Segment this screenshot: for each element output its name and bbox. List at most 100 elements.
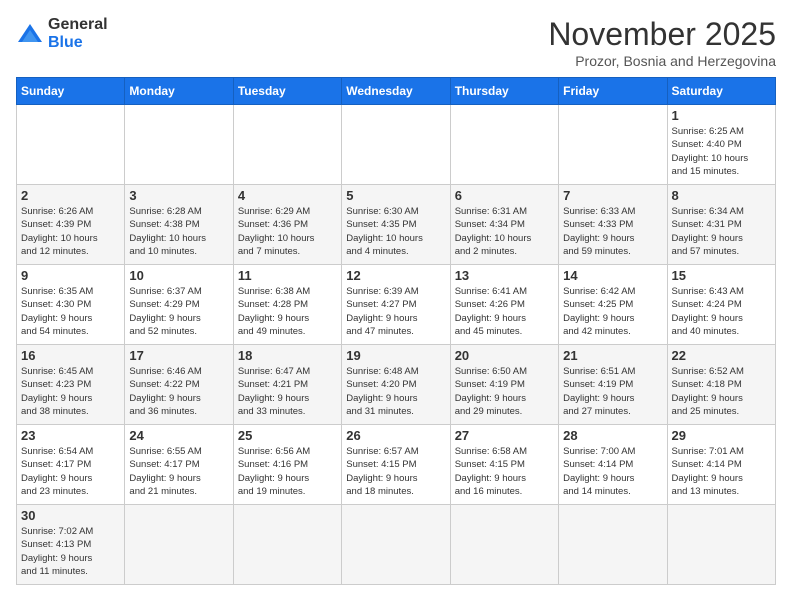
cell-info: Sunrise: 6:50 AM Sunset: 4:19 PM Dayligh… bbox=[455, 365, 554, 418]
calendar-cell: 22 Sunrise: 6:52 AM Sunset: 4:18 PM Dayli… bbox=[667, 345, 775, 425]
day-number: 23 bbox=[21, 428, 120, 443]
calendar-cell: 15Sunrise: 6:43 AM Sunset: 4:24 PM Dayli… bbox=[667, 265, 775, 345]
calendar-cell bbox=[233, 105, 341, 185]
calendar-cell: 14 Sunrise: 6:42 AM Sunset: 4:25 PM Dayli… bbox=[559, 265, 667, 345]
calendar-cell: 19 Sunrise: 6:48 AM Sunset: 4:20 PM Dayli… bbox=[342, 345, 450, 425]
calendar-week-row: 9 Sunrise: 6:35 AM Sunset: 4:30 PM Daylig… bbox=[17, 265, 776, 345]
calendar-cell bbox=[559, 105, 667, 185]
calendar-cell: 25Sunrise: 6:56 AM Sunset: 4:16 PM Dayli… bbox=[233, 425, 341, 505]
logo-text: General Blue bbox=[48, 16, 108, 52]
calendar-cell: 29Sunrise: 7:01 AM Sunset: 4:14 PM Dayli… bbox=[667, 425, 775, 505]
calendar-cell bbox=[342, 105, 450, 185]
day-number: 1 bbox=[672, 108, 771, 123]
day-number: 4 bbox=[238, 188, 337, 203]
calendar-cell bbox=[17, 105, 125, 185]
calendar-cell: 16Sunrise: 6:45 AM Sunset: 4:23 PM Dayli… bbox=[17, 345, 125, 425]
calendar-cell: 7Sunrise: 6:33 AM Sunset: 4:33 PM Daylig… bbox=[559, 185, 667, 265]
calendar-week-row: 23 Sunrise: 6:54 AM Sunset: 4:17 PM Dayli… bbox=[17, 425, 776, 505]
weekday-header: Friday bbox=[559, 78, 667, 105]
cell-info: Sunrise: 6:52 AM Sunset: 4:18 PM Dayligh… bbox=[672, 365, 771, 418]
cell-info: Sunrise: 6:35 AM Sunset: 4:30 PM Dayligh… bbox=[21, 285, 120, 338]
calendar-cell: 9 Sunrise: 6:35 AM Sunset: 4:30 PM Daylig… bbox=[17, 265, 125, 345]
calendar-week-row: 1 Sunrise: 6:25 AM Sunset: 4:40 PM Daylig… bbox=[17, 105, 776, 185]
day-number: 6 bbox=[455, 188, 554, 203]
calendar-cell: 10Sunrise: 6:37 AM Sunset: 4:29 PM Dayli… bbox=[125, 265, 233, 345]
day-number: 15 bbox=[672, 268, 771, 283]
calendar-cell: 4 Sunrise: 6:29 AM Sunset: 4:36 PM Daylig… bbox=[233, 185, 341, 265]
cell-info: Sunrise: 6:48 AM Sunset: 4:20 PM Dayligh… bbox=[346, 365, 445, 418]
cell-info: Sunrise: 6:54 AM Sunset: 4:17 PM Dayligh… bbox=[21, 445, 120, 498]
cell-info: Sunrise: 7:02 AM Sunset: 4:13 PM Dayligh… bbox=[21, 525, 120, 578]
calendar-cell: 30 Sunrise: 7:02 AM Sunset: 4:13 PM Dayli… bbox=[17, 505, 125, 585]
cell-info: Sunrise: 6:34 AM Sunset: 4:31 PM Dayligh… bbox=[672, 205, 771, 258]
day-number: 17 bbox=[129, 348, 228, 363]
calendar-cell: 20 Sunrise: 6:50 AM Sunset: 4:19 PM Dayli… bbox=[450, 345, 558, 425]
cell-info: Sunrise: 6:58 AM Sunset: 4:15 PM Dayligh… bbox=[455, 445, 554, 498]
day-number: 21 bbox=[563, 348, 662, 363]
calendar-cell: 8 Sunrise: 6:34 AM Sunset: 4:31 PM Daylig… bbox=[667, 185, 775, 265]
day-number: 2 bbox=[21, 188, 120, 203]
day-number: 9 bbox=[21, 268, 120, 283]
calendar-cell: 23 Sunrise: 6:54 AM Sunset: 4:17 PM Dayli… bbox=[17, 425, 125, 505]
calendar-cell: 13 Sunrise: 6:41 AM Sunset: 4:26 PM Dayli… bbox=[450, 265, 558, 345]
logo-icon bbox=[16, 22, 44, 46]
cell-info: Sunrise: 7:01 AM Sunset: 4:14 PM Dayligh… bbox=[672, 445, 771, 498]
day-number: 11 bbox=[238, 268, 337, 283]
calendar-cell: 18Sunrise: 6:47 AM Sunset: 4:21 PM Dayli… bbox=[233, 345, 341, 425]
day-number: 3 bbox=[129, 188, 228, 203]
cell-info: Sunrise: 6:29 AM Sunset: 4:36 PM Dayligh… bbox=[238, 205, 337, 258]
page-header: General Blue November 2025 Prozor, Bosni… bbox=[16, 16, 776, 69]
calendar-cell: 6 Sunrise: 6:31 AM Sunset: 4:34 PM Daylig… bbox=[450, 185, 558, 265]
cell-info: Sunrise: 6:45 AM Sunset: 4:23 PM Dayligh… bbox=[21, 365, 120, 418]
cell-info: Sunrise: 6:25 AM Sunset: 4:40 PM Dayligh… bbox=[672, 125, 771, 178]
calendar-cell: 11 Sunrise: 6:38 AM Sunset: 4:28 PM Dayli… bbox=[233, 265, 341, 345]
day-number: 26 bbox=[346, 428, 445, 443]
cell-info: Sunrise: 6:42 AM Sunset: 4:25 PM Dayligh… bbox=[563, 285, 662, 338]
calendar-cell bbox=[559, 505, 667, 585]
title-block: November 2025 Prozor, Bosnia and Herzego… bbox=[548, 16, 776, 69]
day-number: 14 bbox=[563, 268, 662, 283]
day-number: 12 bbox=[346, 268, 445, 283]
calendar-week-row: 30 Sunrise: 7:02 AM Sunset: 4:13 PM Dayli… bbox=[17, 505, 776, 585]
cell-info: Sunrise: 6:37 AM Sunset: 4:29 PM Dayligh… bbox=[129, 285, 228, 338]
day-number: 8 bbox=[672, 188, 771, 203]
logo: General Blue bbox=[16, 16, 108, 52]
calendar-cell: 5 Sunrise: 6:30 AM Sunset: 4:35 PM Daylig… bbox=[342, 185, 450, 265]
calendar-week-row: 2 Sunrise: 6:26 AM Sunset: 4:39 PM Daylig… bbox=[17, 185, 776, 265]
day-number: 5 bbox=[346, 188, 445, 203]
calendar-cell: 21 Sunrise: 6:51 AM Sunset: 4:19 PM Dayli… bbox=[559, 345, 667, 425]
calendar-cell bbox=[667, 505, 775, 585]
cell-info: Sunrise: 6:46 AM Sunset: 4:22 PM Dayligh… bbox=[129, 365, 228, 418]
cell-info: Sunrise: 7:00 AM Sunset: 4:14 PM Dayligh… bbox=[563, 445, 662, 498]
calendar-cell bbox=[125, 105, 233, 185]
calendar-cell bbox=[450, 105, 558, 185]
weekday-header: Saturday bbox=[667, 78, 775, 105]
calendar-cell: 1 Sunrise: 6:25 AM Sunset: 4:40 PM Daylig… bbox=[667, 105, 775, 185]
day-number: 30 bbox=[21, 508, 120, 523]
cell-info: Sunrise: 6:26 AM Sunset: 4:39 PM Dayligh… bbox=[21, 205, 120, 258]
calendar-cell: 2 Sunrise: 6:26 AM Sunset: 4:39 PM Daylig… bbox=[17, 185, 125, 265]
calendar-cell bbox=[450, 505, 558, 585]
calendar-cell: 28Sunrise: 7:00 AM Sunset: 4:14 PM Dayli… bbox=[559, 425, 667, 505]
calendar-cell: 27 Sunrise: 6:58 AM Sunset: 4:15 PM Dayli… bbox=[450, 425, 558, 505]
weekday-header: Monday bbox=[125, 78, 233, 105]
cell-info: Sunrise: 6:41 AM Sunset: 4:26 PM Dayligh… bbox=[455, 285, 554, 338]
cell-info: Sunrise: 6:30 AM Sunset: 4:35 PM Dayligh… bbox=[346, 205, 445, 258]
month-title: November 2025 bbox=[548, 16, 776, 53]
calendar-cell: 17 Sunrise: 6:46 AM Sunset: 4:22 PM Dayli… bbox=[125, 345, 233, 425]
day-number: 27 bbox=[455, 428, 554, 443]
cell-info: Sunrise: 6:38 AM Sunset: 4:28 PM Dayligh… bbox=[238, 285, 337, 338]
calendar-cell bbox=[233, 505, 341, 585]
calendar-cell bbox=[342, 505, 450, 585]
cell-info: Sunrise: 6:51 AM Sunset: 4:19 PM Dayligh… bbox=[563, 365, 662, 418]
calendar-week-row: 16Sunrise: 6:45 AM Sunset: 4:23 PM Dayli… bbox=[17, 345, 776, 425]
day-number: 20 bbox=[455, 348, 554, 363]
day-number: 13 bbox=[455, 268, 554, 283]
cell-info: Sunrise: 6:31 AM Sunset: 4:34 PM Dayligh… bbox=[455, 205, 554, 258]
weekday-header: Thursday bbox=[450, 78, 558, 105]
cell-info: Sunrise: 6:39 AM Sunset: 4:27 PM Dayligh… bbox=[346, 285, 445, 338]
location-subtitle: Prozor, Bosnia and Herzegovina bbox=[548, 53, 776, 69]
calendar-cell bbox=[125, 505, 233, 585]
day-number: 22 bbox=[672, 348, 771, 363]
day-number: 19 bbox=[346, 348, 445, 363]
